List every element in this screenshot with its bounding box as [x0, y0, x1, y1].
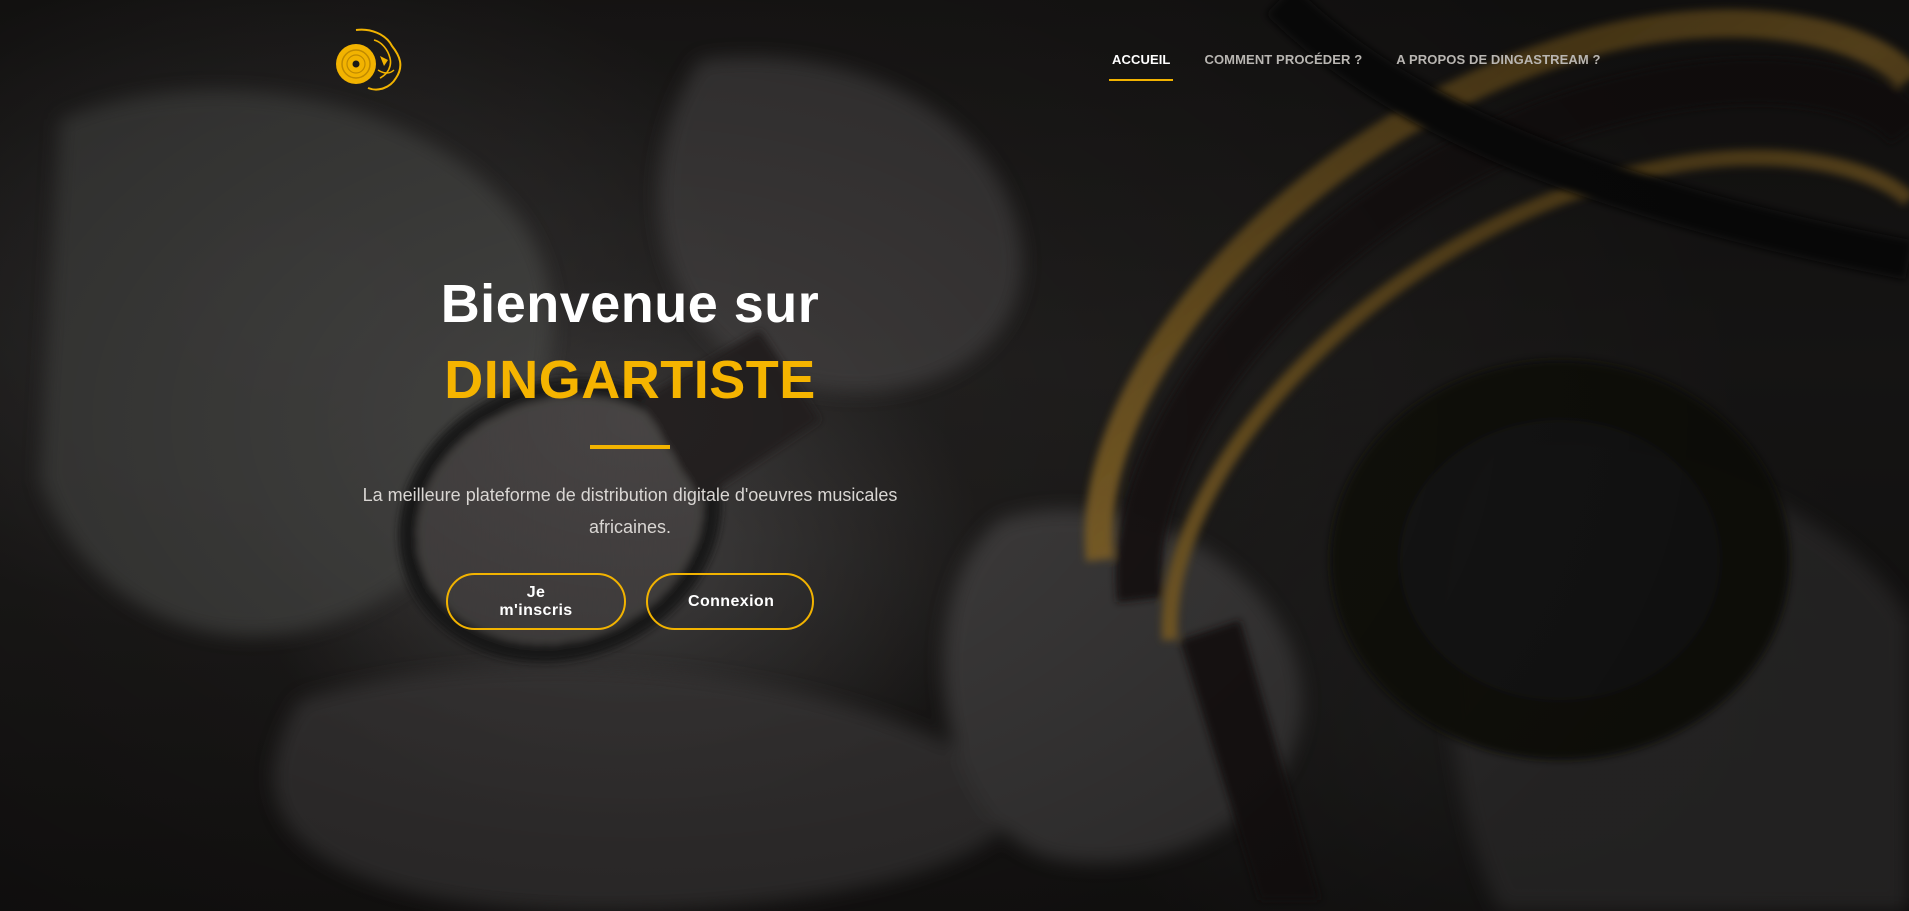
nav-item-comment-proceder[interactable]: COMMENT PROCÉDER ?: [1200, 48, 1366, 81]
signup-button[interactable]: Je m'inscris: [446, 573, 626, 630]
nav-item-accueil[interactable]: ACCUEIL: [1108, 48, 1174, 81]
hero-subtitle: La meilleure plateforme de distribution …: [362, 485, 898, 537]
hero-title-brand: DINGARTISTE: [444, 350, 816, 410]
hero-content: Bienvenue sur DINGARTISTE La meilleure p…: [330, 260, 930, 630]
dark-overlay: [0, 0, 1909, 911]
hero-title-welcome: Bienvenue sur: [440, 274, 820, 334]
main-nav: ACCUEIL COMMENT PROCÉDER ? A PROPOS DE D…: [1108, 48, 1631, 81]
title-divider: [590, 445, 670, 449]
nav-item-a-propos[interactable]: A PROPOS DE DINGASTREAM ?: [1392, 48, 1604, 81]
login-button[interactable]: Connexion: [646, 573, 814, 630]
hero-section: ACCUEIL COMMENT PROCÉDER ? A PROPOS DE D…: [0, 0, 1909, 911]
hero-actions: Je m'inscris Connexion: [330, 573, 930, 630]
lion-vinyl-logo-icon[interactable]: [334, 26, 406, 94]
